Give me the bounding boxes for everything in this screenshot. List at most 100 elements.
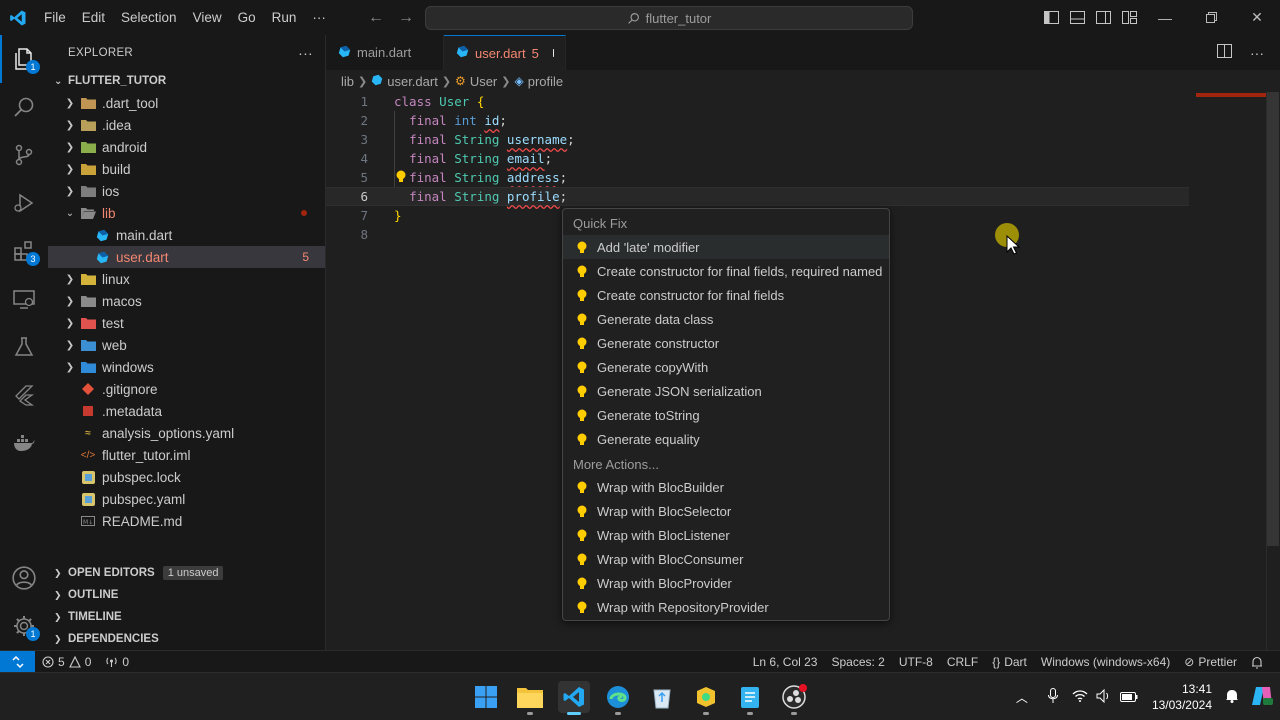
tree-item-main-dart[interactable]: main.dart — [48, 224, 325, 246]
quick-fix-item[interactable]: Generate copyWith — [563, 355, 889, 379]
tree-item-pubspec-lock[interactable]: pubspec.lock — [48, 466, 325, 488]
tree-item-pubspec-yaml[interactable]: pubspec.yaml — [48, 488, 325, 510]
quick-fix-item[interactable]: Generate equality — [563, 427, 889, 451]
tree-item-test[interactable]: ❯ test — [48, 312, 325, 334]
notifications-bell-icon[interactable] — [1244, 656, 1270, 669]
tab-user-dart[interactable]: user.dart 5 — [444, 35, 566, 70]
encoding[interactable]: UTF-8 — [892, 655, 940, 669]
section-dependencies[interactable]: ❯ DEPENDENCIES — [48, 628, 326, 650]
restore-button[interactable] — [1188, 0, 1234, 35]
language-mode[interactable]: {} Dart — [985, 655, 1034, 669]
more-actions-icon[interactable]: ··· — [1250, 45, 1264, 61]
breadcrumb-item[interactable]: User — [470, 74, 497, 89]
tree-item-gitignore[interactable]: .gitignore — [48, 378, 325, 400]
tree-item-iml[interactable]: </> flutter_tutor.iml — [48, 444, 325, 466]
forward-arrow-icon[interactable]: → — [398, 9, 414, 27]
menu-more[interactable]: ··· — [304, 0, 334, 35]
system-clock[interactable]: 13:41 13/03/2024 — [1152, 681, 1212, 713]
explorer-icon[interactable]: 1 — [0, 35, 48, 83]
breadcrumb-item[interactable]: lib — [341, 74, 354, 89]
section-outline[interactable]: ❯ OUTLINE — [48, 584, 326, 606]
quick-fix-item[interactable]: Generate data class — [563, 307, 889, 331]
editor-scrollbar-thumb[interactable] — [1267, 92, 1279, 546]
quick-fix-item[interactable]: Create constructor for final fields — [563, 283, 889, 307]
tree-item-idea[interactable]: ❯ .idea — [48, 114, 325, 136]
wifi-icon[interactable] — [1068, 689, 1092, 705]
quick-fix-item[interactable]: Wrap with BlocSelector — [563, 499, 889, 523]
explorer-more-button[interactable]: ··· — [298, 45, 313, 61]
tree-item-analysis-options[interactable]: ≈ analysis_options.yaml — [48, 422, 325, 444]
breadcrumb-item[interactable]: user.dart — [387, 74, 438, 89]
vscode-taskbar-icon[interactable] — [558, 681, 590, 715]
quick-fix-item[interactable]: Wrap with BlocListener — [563, 523, 889, 547]
minimize-button[interactable]: — — [1142, 0, 1188, 35]
tree-item-macos[interactable]: ❯ macos — [48, 290, 325, 312]
copilot-icon[interactable] — [1244, 685, 1280, 710]
ports-indicator[interactable]: 0 — [98, 655, 136, 669]
file-explorer-icon[interactable] — [514, 681, 546, 715]
edge-browser-icon[interactable] — [602, 681, 634, 715]
menu-selection[interactable]: Selection — [113, 0, 185, 35]
windows-start-icon[interactable] — [470, 681, 502, 713]
quick-fix-item[interactable]: Generate JSON serialization — [563, 379, 889, 403]
quick-fix-item[interactable]: Wrap with RepositoryProvider — [563, 595, 889, 619]
cursor-position[interactable]: Ln 6, Col 23 — [746, 655, 825, 669]
accounts-icon[interactable] — [0, 554, 48, 602]
manage-gear-icon[interactable]: 1 — [0, 602, 48, 650]
back-arrow-icon[interactable]: ← — [368, 9, 384, 27]
show-hidden-icons-chevron-icon[interactable]: ︿ — [1006, 689, 1038, 706]
tree-item-web[interactable]: ❯ web — [48, 334, 325, 356]
tree-item-ios[interactable]: ❯ ios — [48, 180, 325, 202]
quick-fix-item[interactable]: Wrap with BlocConsumer — [563, 547, 889, 571]
docker-icon[interactable] — [0, 419, 48, 467]
android-studio-icon[interactable] — [690, 681, 722, 715]
testing-icon[interactable] — [0, 323, 48, 371]
tree-item-build[interactable]: ❯ build — [48, 158, 325, 180]
customize-layout-icon[interactable] — [1116, 0, 1142, 35]
menu-file[interactable]: File — [36, 0, 74, 35]
quick-fix-item[interactable]: Generate constructor — [563, 331, 889, 355]
lightbulb-icon[interactable] — [396, 170, 406, 186]
tree-item-metadata[interactable]: .metadata — [48, 400, 325, 422]
quick-fix-item[interactable]: Wrap with BlocProvider — [563, 571, 889, 595]
extensions-icon[interactable]: 3 — [0, 227, 48, 275]
remote-indicator-icon[interactable] — [0, 650, 35, 673]
tree-item-android[interactable]: ❯ android — [48, 136, 325, 158]
project-root[interactable]: ⌄ FLUTTER_TUTOR — [48, 70, 325, 92]
search-icon[interactable] — [0, 83, 48, 131]
quick-fix-item[interactable]: Add 'late' modifier — [563, 235, 889, 259]
remote-explorer-icon[interactable] — [0, 275, 48, 323]
quick-fix-item[interactable]: Create constructor for final fields, req… — [563, 259, 889, 283]
split-editor-icon[interactable] — [1217, 44, 1232, 61]
notifications-bell-icon[interactable] — [1220, 688, 1244, 706]
tab-main-dart[interactable]: main.dart — [326, 35, 444, 70]
obs-studio-icon[interactable] — [778, 681, 810, 715]
menu-go[interactable]: Go — [230, 0, 264, 35]
microphone-icon[interactable] — [1038, 687, 1068, 707]
notepad-icon[interactable] — [734, 681, 766, 715]
toggle-secondary-sidebar-icon[interactable] — [1090, 0, 1116, 35]
quick-fix-item[interactable]: Wrap with BlocBuilder — [563, 475, 889, 499]
tree-item-lib[interactable]: ⌄ lib — [48, 202, 325, 224]
battery-icon[interactable] — [1116, 690, 1142, 705]
recycle-bin-icon[interactable] — [646, 681, 678, 713]
section-timeline[interactable]: ❯ TIMELINE — [48, 606, 326, 628]
volume-icon[interactable] — [1092, 688, 1116, 706]
indentation[interactable]: Spaces: 2 — [824, 655, 891, 669]
tree-item-user-dart[interactable]: user.dart 5 — [48, 246, 325, 268]
flutter-device[interactable]: Windows (windows-x64) — [1034, 655, 1177, 669]
run-debug-icon[interactable] — [0, 179, 48, 227]
problems-indicator[interactable]: 5 0 — [35, 655, 98, 669]
flutter-icon[interactable] — [0, 371, 48, 419]
toggle-sidebar-icon[interactable] — [1038, 0, 1064, 35]
section-open-editors[interactable]: ❯ OPEN EDITORS 1 unsaved — [48, 562, 326, 584]
breadcrumb-item[interactable]: profile — [528, 74, 563, 89]
tree-item-linux[interactable]: ❯ linux — [48, 268, 325, 290]
menu-view[interactable]: View — [185, 0, 230, 35]
tree-item-dart-tool[interactable]: ❯ .dart_tool — [48, 92, 325, 114]
command-center-search[interactable]: flutter_tutor — [425, 6, 913, 30]
tree-item-windows[interactable]: ❯ windows — [48, 356, 325, 378]
close-button[interactable]: ✕ — [1234, 0, 1280, 35]
menu-run[interactable]: Run — [264, 0, 305, 35]
toggle-panel-icon[interactable] — [1064, 0, 1090, 35]
